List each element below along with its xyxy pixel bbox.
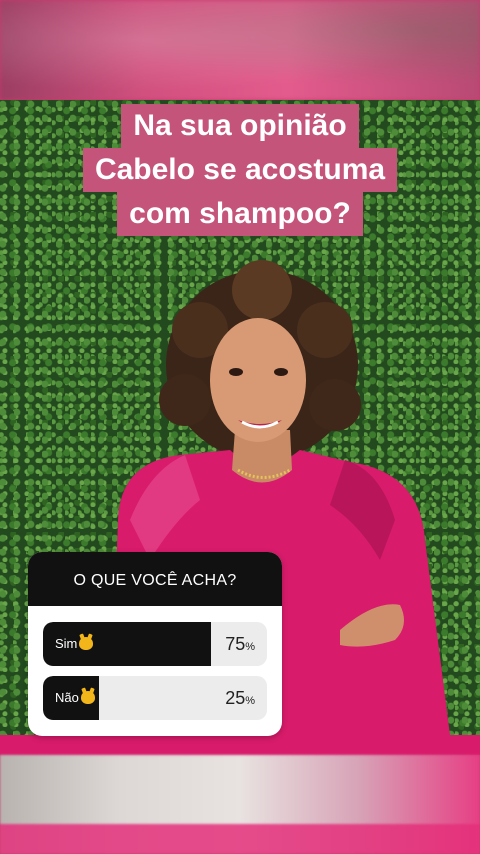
poll-option-percent: 25% xyxy=(225,688,255,708)
pink-band xyxy=(0,735,480,755)
poll-option-sim[interactable]: Sim 75% xyxy=(43,622,267,666)
poll-title: O QUE VOCÊ ACHA? xyxy=(28,552,282,606)
poll-option-percent: 75% xyxy=(225,634,255,654)
question-line-1: Na sua opinião xyxy=(121,104,359,148)
blurred-background-bottom xyxy=(0,755,480,854)
question-line-3: com shampoo? xyxy=(117,192,363,236)
question-title: Na sua opinião Cabelo se acostuma com sh… xyxy=(0,104,480,236)
poll-sticker: O QUE VOCÊ ACHA? Sim 75% Não 25% xyxy=(28,552,282,736)
blurred-background-top xyxy=(0,0,480,100)
poll-option-label: Sim xyxy=(55,622,94,666)
cat-hiding-icon xyxy=(80,691,95,704)
poll-option-label: Não xyxy=(55,676,95,720)
poll-option-nao[interactable]: Não 25% xyxy=(43,676,267,720)
cat-hiding-icon xyxy=(79,637,94,650)
question-line-2: Cabelo se acostuma xyxy=(82,148,398,192)
